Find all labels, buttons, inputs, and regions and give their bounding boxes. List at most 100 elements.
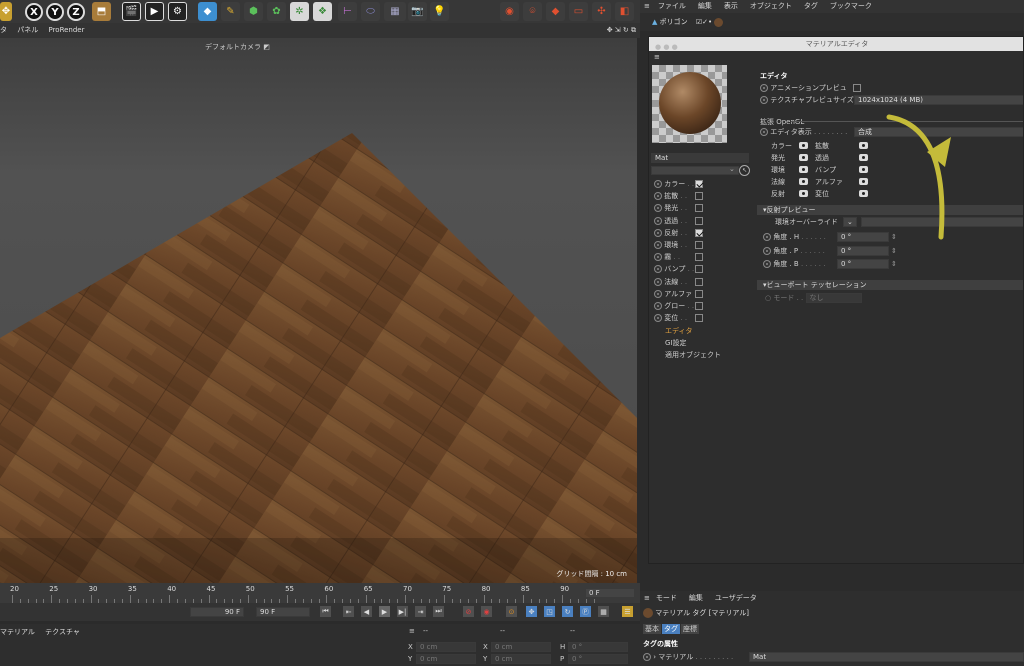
channel-row[interactable]: 反射 . .: [651, 227, 749, 239]
prev-frame-button[interactable]: ◀: [360, 605, 373, 618]
env-override-field[interactable]: [861, 217, 1023, 227]
angle-radio[interactable]: [763, 233, 771, 241]
next-key-button[interactable]: ⇥: [414, 605, 427, 618]
attr-menu-edit[interactable]: 編集: [689, 594, 703, 602]
channel-row[interactable]: 環境 . .: [651, 239, 749, 251]
channel-row[interactable]: 発光 . .: [651, 202, 749, 214]
tex-preview-value[interactable]: 1024x1024 (4 MB): [854, 95, 1023, 105]
channel-row[interactable]: アルファ . .: [651, 288, 749, 300]
menu-object[interactable]: オブジェクト: [750, 2, 792, 10]
coordinate-system-icon[interactable]: ⬒: [92, 2, 111, 21]
eye-icon[interactable]: [859, 154, 868, 161]
menu-bookmark[interactable]: ブックマーク: [830, 2, 872, 10]
anim-preview-radio[interactable]: [760, 84, 768, 92]
dropdown-icon[interactable]: ⌄: [729, 165, 735, 173]
coord-scale-field[interactable]: 0 cm: [491, 654, 551, 664]
deformer-icon[interactable]: ✿: [267, 2, 286, 21]
viewport[interactable]: デフォルトカメラ ◩ グリッド間隔 : 10 cm: [0, 38, 637, 583]
channel-row[interactable]: 霧 . .: [651, 251, 749, 263]
channel-radio[interactable]: [654, 289, 662, 298]
menu-texture[interactable]: テクスチャ: [45, 628, 80, 636]
x-axis-icon[interactable]: X: [25, 3, 43, 21]
eye-icon[interactable]: [859, 190, 868, 197]
tab-basic[interactable]: 基本: [643, 624, 661, 634]
frame-end-field[interactable]: 90 F: [190, 607, 244, 617]
camera-icon[interactable]: 📷: [408, 2, 427, 21]
mograph-icon[interactable]: ✲: [290, 2, 309, 21]
tex-preview-radio[interactable]: [760, 96, 768, 104]
channel-checkbox[interactable]: [695, 180, 703, 188]
env-override-toggle[interactable]: ⌄: [843, 217, 857, 227]
paint-icon[interactable]: ⌾: [523, 2, 542, 21]
pick-icon[interactable]: ↖: [739, 165, 750, 176]
timeline-icon[interactable]: ☰: [621, 605, 634, 618]
channel-radio[interactable]: [654, 301, 662, 310]
channel-row[interactable]: 変位 . .: [651, 312, 749, 324]
channel-checkbox[interactable]: [695, 265, 703, 274]
menu-edit[interactable]: 編集: [698, 2, 712, 10]
angle-field[interactable]: 0 °: [837, 245, 889, 256]
material-link-field[interactable]: Mat: [749, 652, 1024, 662]
channel-checkbox[interactable]: [695, 314, 703, 323]
eye-icon[interactable]: [859, 142, 868, 149]
editor-hamburger-icon[interactable]: ≡: [654, 53, 660, 61]
channel-radio[interactable]: [654, 216, 662, 225]
angle-radio[interactable]: [763, 246, 771, 255]
render-picture-icon[interactable]: ▶: [145, 2, 164, 21]
spline-icon[interactable]: ⊢: [338, 2, 357, 21]
channel-checkbox[interactable]: [695, 228, 703, 237]
traffic-lights[interactable]: ● ● ●: [655, 40, 678, 54]
channel-radio[interactable]: [654, 277, 662, 286]
channel-row[interactable]: カラー . .: [651, 178, 749, 190]
extra-channel-item[interactable]: GI設定: [665, 337, 755, 349]
move-key-icon[interactable]: ✥: [525, 605, 538, 618]
channel-row[interactable]: 拡散 . .: [651, 190, 749, 202]
channel-radio[interactable]: [654, 204, 662, 213]
channel-radio[interactable]: [654, 265, 662, 274]
move-tool-icon[interactable]: ✥: [0, 2, 12, 21]
material-name-field[interactable]: Mat: [651, 153, 749, 163]
attr-hamburger-icon[interactable]: ≡: [644, 594, 650, 602]
pen-icon[interactable]: ✎: [221, 2, 240, 21]
channel-checkbox[interactable]: [695, 253, 703, 262]
channel-row[interactable]: 法線 . .: [651, 276, 749, 288]
editor-display-radio[interactable]: [760, 128, 768, 136]
menu-file[interactable]: ファイル: [658, 2, 686, 10]
angle-stepper-icon[interactable]: ⇕: [891, 231, 897, 243]
channel-radio[interactable]: [654, 314, 662, 323]
viewport-menu-0[interactable]: タ: [0, 26, 7, 34]
tab-coords[interactable]: 座標: [681, 624, 699, 634]
channel-checkbox[interactable]: [695, 301, 703, 310]
channel-radio[interactable]: [654, 180, 662, 188]
hamburger-icon[interactable]: ≡: [644, 2, 650, 10]
object-name[interactable]: ポリゴン: [660, 18, 688, 26]
channel-row[interactable]: グロー . .: [651, 300, 749, 312]
extra-channel-item[interactable]: エディタ: [665, 325, 755, 337]
coord-pos-field[interactable]: 0 cm: [416, 642, 476, 652]
channel-radio[interactable]: [654, 253, 662, 262]
editor-display-select[interactable]: 合成: [854, 127, 1023, 137]
reflect-preview-section[interactable]: ▾反射プレビュー: [757, 205, 1023, 215]
channel-radio[interactable]: [654, 228, 662, 237]
channel-checkbox[interactable]: [695, 192, 703, 201]
object-row[interactable]: ▲ ポリゴン ☑✓•: [640, 13, 1024, 31]
coord-rot-field[interactable]: 0 °: [568, 654, 628, 664]
material-search-field[interactable]: [651, 166, 739, 175]
prev-key-button[interactable]: ⇤: [342, 605, 355, 618]
timeline-ruler[interactable]: 20 25 30 35 40 45 50 55 60 65 70 75 80 85 90 0 F: [0, 583, 640, 603]
eye-icon[interactable]: [799, 142, 808, 149]
menu-view[interactable]: 表示: [724, 2, 738, 10]
channel-checkbox[interactable]: [695, 289, 703, 298]
eye-icon[interactable]: [799, 166, 808, 173]
channel-row[interactable]: 透過 . .: [651, 215, 749, 227]
eye-icon[interactable]: [799, 154, 808, 161]
material-radio[interactable]: [643, 653, 651, 661]
keyframe-icon[interactable]: ⊙: [505, 605, 518, 618]
floor-icon[interactable]: ▦: [384, 2, 406, 21]
angle-field[interactable]: 0 °: [837, 259, 889, 269]
render-view-icon[interactable]: 🎬: [122, 2, 141, 21]
tessellation-section[interactable]: ▾ビューポート テッセレーション: [757, 280, 1023, 290]
last-frame-button[interactable]: ⏭: [432, 605, 445, 618]
channel-radio[interactable]: [654, 192, 662, 201]
mode-select[interactable]: なし: [805, 293, 862, 303]
